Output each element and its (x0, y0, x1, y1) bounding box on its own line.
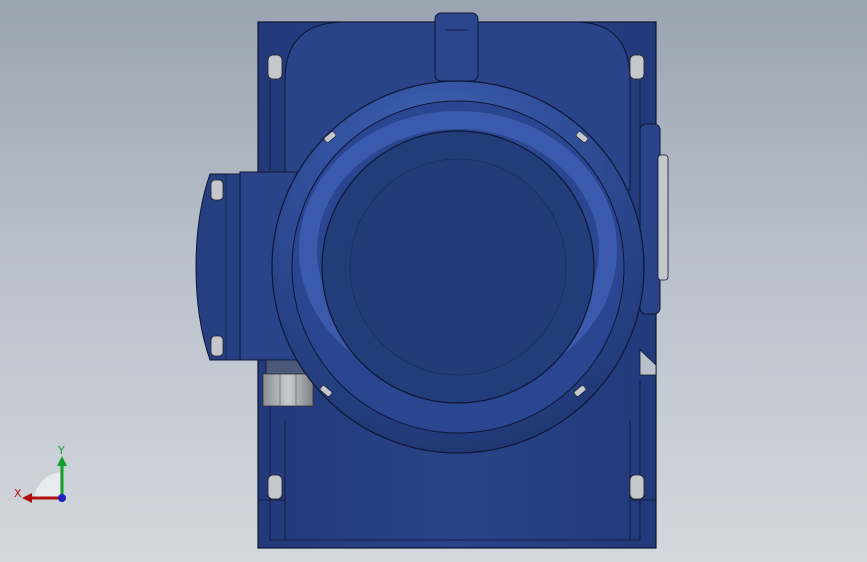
lifting-lug[interactable] (434, 12, 479, 82)
graphics-viewport[interactable]: Y X (0, 0, 867, 562)
bolt (267, 474, 283, 500)
output-seal-right[interactable] (639, 123, 669, 315)
y-axis-label: Y (57, 444, 65, 457)
coordinate-triad: Y X (14, 444, 67, 503)
z-axis-dot-icon (58, 494, 66, 502)
bolt (210, 179, 224, 201)
y-axis-arrow-icon (57, 456, 67, 466)
bolt (629, 54, 645, 80)
bolt (267, 54, 283, 80)
triad-plane-icon (34, 472, 60, 498)
bolt (629, 474, 645, 500)
gearbox-model[interactable] (0, 0, 867, 562)
x-axis-label: X (14, 487, 22, 500)
x-axis-arrow-icon (22, 493, 32, 503)
bolt (210, 335, 224, 357)
